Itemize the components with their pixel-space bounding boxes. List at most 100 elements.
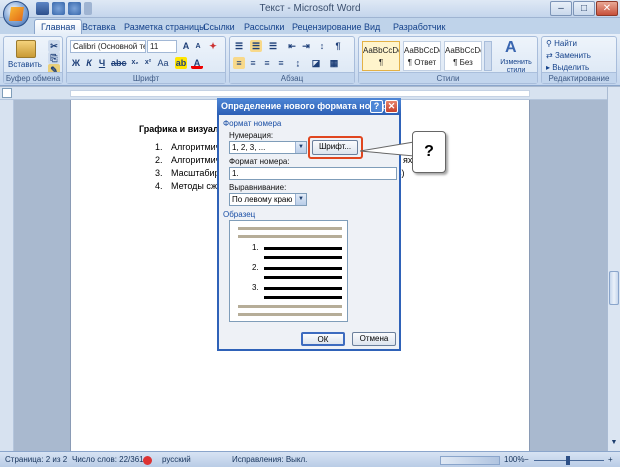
show-marks-icon[interactable]: ¶ bbox=[332, 40, 344, 52]
zoom-in-button[interactable]: + bbox=[608, 455, 613, 464]
font-size-field[interactable]: 11 bbox=[147, 40, 177, 53]
tab-home[interactable]: Главная bbox=[34, 19, 83, 35]
save-icon[interactable] bbox=[36, 2, 49, 15]
vertical-scrollbar[interactable]: ▼ bbox=[607, 87, 620, 451]
word-count[interactable]: Число слов: 22/361 bbox=[72, 455, 144, 464]
align-right-icon[interactable]: ≡ bbox=[261, 57, 273, 69]
clipboard-group-label: Буфер обмена bbox=[4, 72, 62, 83]
track-changes[interactable]: Исправления: Выкл. bbox=[232, 455, 307, 464]
customize-qat-icon[interactable] bbox=[84, 2, 92, 15]
sample-preview: 1. 2. 3. bbox=[229, 220, 348, 322]
quick-access-toolbar bbox=[36, 2, 92, 16]
decrease-indent-icon[interactable]: ⇤ bbox=[286, 40, 298, 52]
office-button[interactable] bbox=[3, 1, 29, 27]
zoom-slider-thumb[interactable] bbox=[566, 456, 570, 465]
select-button[interactable]: ▸ Выделить bbox=[546, 63, 589, 72]
styles-group: AaBbCcDc ¶ Обычный AaBbCcDc ¶ Ответ AaBbCc… bbox=[358, 36, 538, 84]
doc-heading: Графика и визуализ bbox=[139, 124, 229, 134]
clear-format-icon[interactable]: ✦ bbox=[207, 40, 219, 52]
replace-button[interactable]: ⇄ Заменить bbox=[546, 51, 591, 60]
tab-view[interactable]: Вид bbox=[364, 20, 380, 34]
title-bar: Текст - Microsoft Word – □ ✕ bbox=[0, 0, 620, 18]
strikethrough-icon[interactable]: abc bbox=[111, 57, 127, 69]
grow-font-button[interactable]: A bbox=[180, 40, 192, 52]
line-spacing-icon[interactable]: ↨ bbox=[292, 57, 304, 69]
shrink-font-button[interactable]: A bbox=[192, 41, 204, 53]
tab-references[interactable]: Ссылки bbox=[203, 20, 235, 34]
font-group-label: Шрифт bbox=[67, 72, 225, 83]
zoom-out-button[interactable]: − bbox=[524, 455, 529, 464]
scroll-down-icon[interactable]: ▼ bbox=[609, 439, 619, 449]
sample-number: 3. bbox=[252, 283, 259, 292]
numbering-select[interactable]: 1, 2, 3, ... ▼ bbox=[229, 141, 307, 154]
sort-icon[interactable]: ↕ bbox=[316, 40, 328, 52]
editing-group-label: Редактирование bbox=[542, 72, 616, 83]
styles-group-label: Стили bbox=[359, 72, 537, 83]
ok-button[interactable]: ОК bbox=[301, 332, 345, 346]
tab-insert[interactable]: Вставка bbox=[82, 20, 115, 34]
font-color-button[interactable]: A bbox=[191, 57, 203, 69]
change-case-button[interactable]: Aa bbox=[157, 57, 169, 69]
alignment-value: По левому краю bbox=[232, 195, 293, 204]
ruler-scale bbox=[70, 90, 530, 97]
tab-mailings[interactable]: Рассылки bbox=[244, 20, 284, 34]
paste-label[interactable]: Вставить bbox=[8, 60, 42, 69]
list-number: 1. bbox=[155, 142, 163, 152]
font-name-field[interactable]: Calibri (Основной те bbox=[70, 40, 146, 53]
paragraph-group-label: Абзац bbox=[230, 72, 354, 83]
change-styles-icon[interactable]: A bbox=[505, 39, 517, 57]
minimize-button[interactable]: – bbox=[550, 1, 572, 16]
bold-button[interactable]: Ж bbox=[70, 57, 82, 69]
zoom-level[interactable]: 100% bbox=[504, 455, 524, 464]
help-button[interactable]: ? bbox=[370, 100, 383, 113]
highlight-color-icon[interactable]: ab bbox=[175, 57, 187, 69]
copy-icon[interactable]: ⎘ bbox=[48, 52, 60, 64]
multilevel-list-icon[interactable]: ☰ bbox=[267, 40, 279, 52]
list-item: Алгоритмич bbox=[171, 142, 221, 152]
tab-review[interactable]: Рецензирование bbox=[292, 20, 362, 34]
paste-icon[interactable] bbox=[16, 40, 36, 58]
alignment-label: Выравнивание: bbox=[229, 183, 287, 192]
style-normal[interactable]: AaBbCcDc ¶ Обычный bbox=[362, 41, 400, 71]
shading-icon[interactable]: ◪ bbox=[310, 57, 322, 69]
justify-icon[interactable]: ≡ bbox=[275, 57, 287, 69]
underline-button[interactable]: Ч bbox=[96, 57, 108, 69]
italic-button[interactable]: К bbox=[83, 57, 95, 69]
close-window-button[interactable]: ✕ bbox=[596, 1, 618, 16]
maximize-button[interactable]: □ bbox=[573, 1, 595, 16]
find-button[interactable]: ⚲ Найти bbox=[546, 39, 577, 48]
view-buttons[interactable] bbox=[440, 456, 500, 465]
tab-developer[interactable]: Разработчик bbox=[393, 20, 445, 34]
cancel-button[interactable]: Отмена bbox=[352, 332, 396, 346]
sample-line bbox=[238, 227, 342, 230]
redo-icon[interactable] bbox=[68, 2, 81, 15]
clipboard-group: Вставить ✂ ⎘ ✎ Буфер обмена bbox=[3, 36, 63, 84]
bullets-icon[interactable]: ☰ bbox=[233, 40, 245, 52]
style-answer[interactable]: AaBbCcDc ¶ Ответ bbox=[403, 41, 441, 71]
scroll-thumb[interactable] bbox=[609, 271, 619, 305]
dialog-close-button[interactable]: ✕ bbox=[385, 100, 398, 113]
language[interactable]: русский bbox=[162, 455, 191, 464]
superscript-icon[interactable]: x² bbox=[142, 57, 154, 69]
replace-icon: ⇄ bbox=[546, 51, 555, 60]
subscript-icon[interactable]: x₂ bbox=[129, 57, 141, 69]
align-left-icon[interactable]: ≡ bbox=[233, 57, 245, 69]
alignment-select[interactable]: По левому краю ▼ bbox=[229, 193, 307, 206]
tab-page-layout[interactable]: Разметка страницы bbox=[124, 20, 206, 34]
proofing-icon[interactable] bbox=[143, 456, 152, 465]
list-item: Методы сжа bbox=[171, 181, 222, 191]
borders-icon[interactable]: ▦ bbox=[328, 57, 340, 69]
cut-icon[interactable]: ✂ bbox=[48, 40, 60, 52]
style-no-spacing[interactable]: AaBbCcDc ¶ Без инте... bbox=[444, 41, 482, 71]
page-count[interactable]: Страница: 2 из 2 bbox=[5, 455, 67, 464]
sample-number: 2. bbox=[252, 263, 259, 272]
numbering-icon[interactable]: ☰ bbox=[250, 40, 262, 52]
align-center-icon[interactable]: ≡ bbox=[247, 57, 259, 69]
sample-line bbox=[238, 313, 342, 316]
number-format-field[interactable]: 1. bbox=[229, 167, 397, 180]
undo-icon[interactable] bbox=[52, 2, 65, 15]
styles-scroll[interactable] bbox=[484, 41, 492, 71]
status-bar: Страница: 2 из 2 Число слов: 22/361 русс… bbox=[0, 451, 620, 467]
tab-selector-icon[interactable] bbox=[2, 88, 12, 98]
increase-indent-icon[interactable]: ⇥ bbox=[300, 40, 312, 52]
